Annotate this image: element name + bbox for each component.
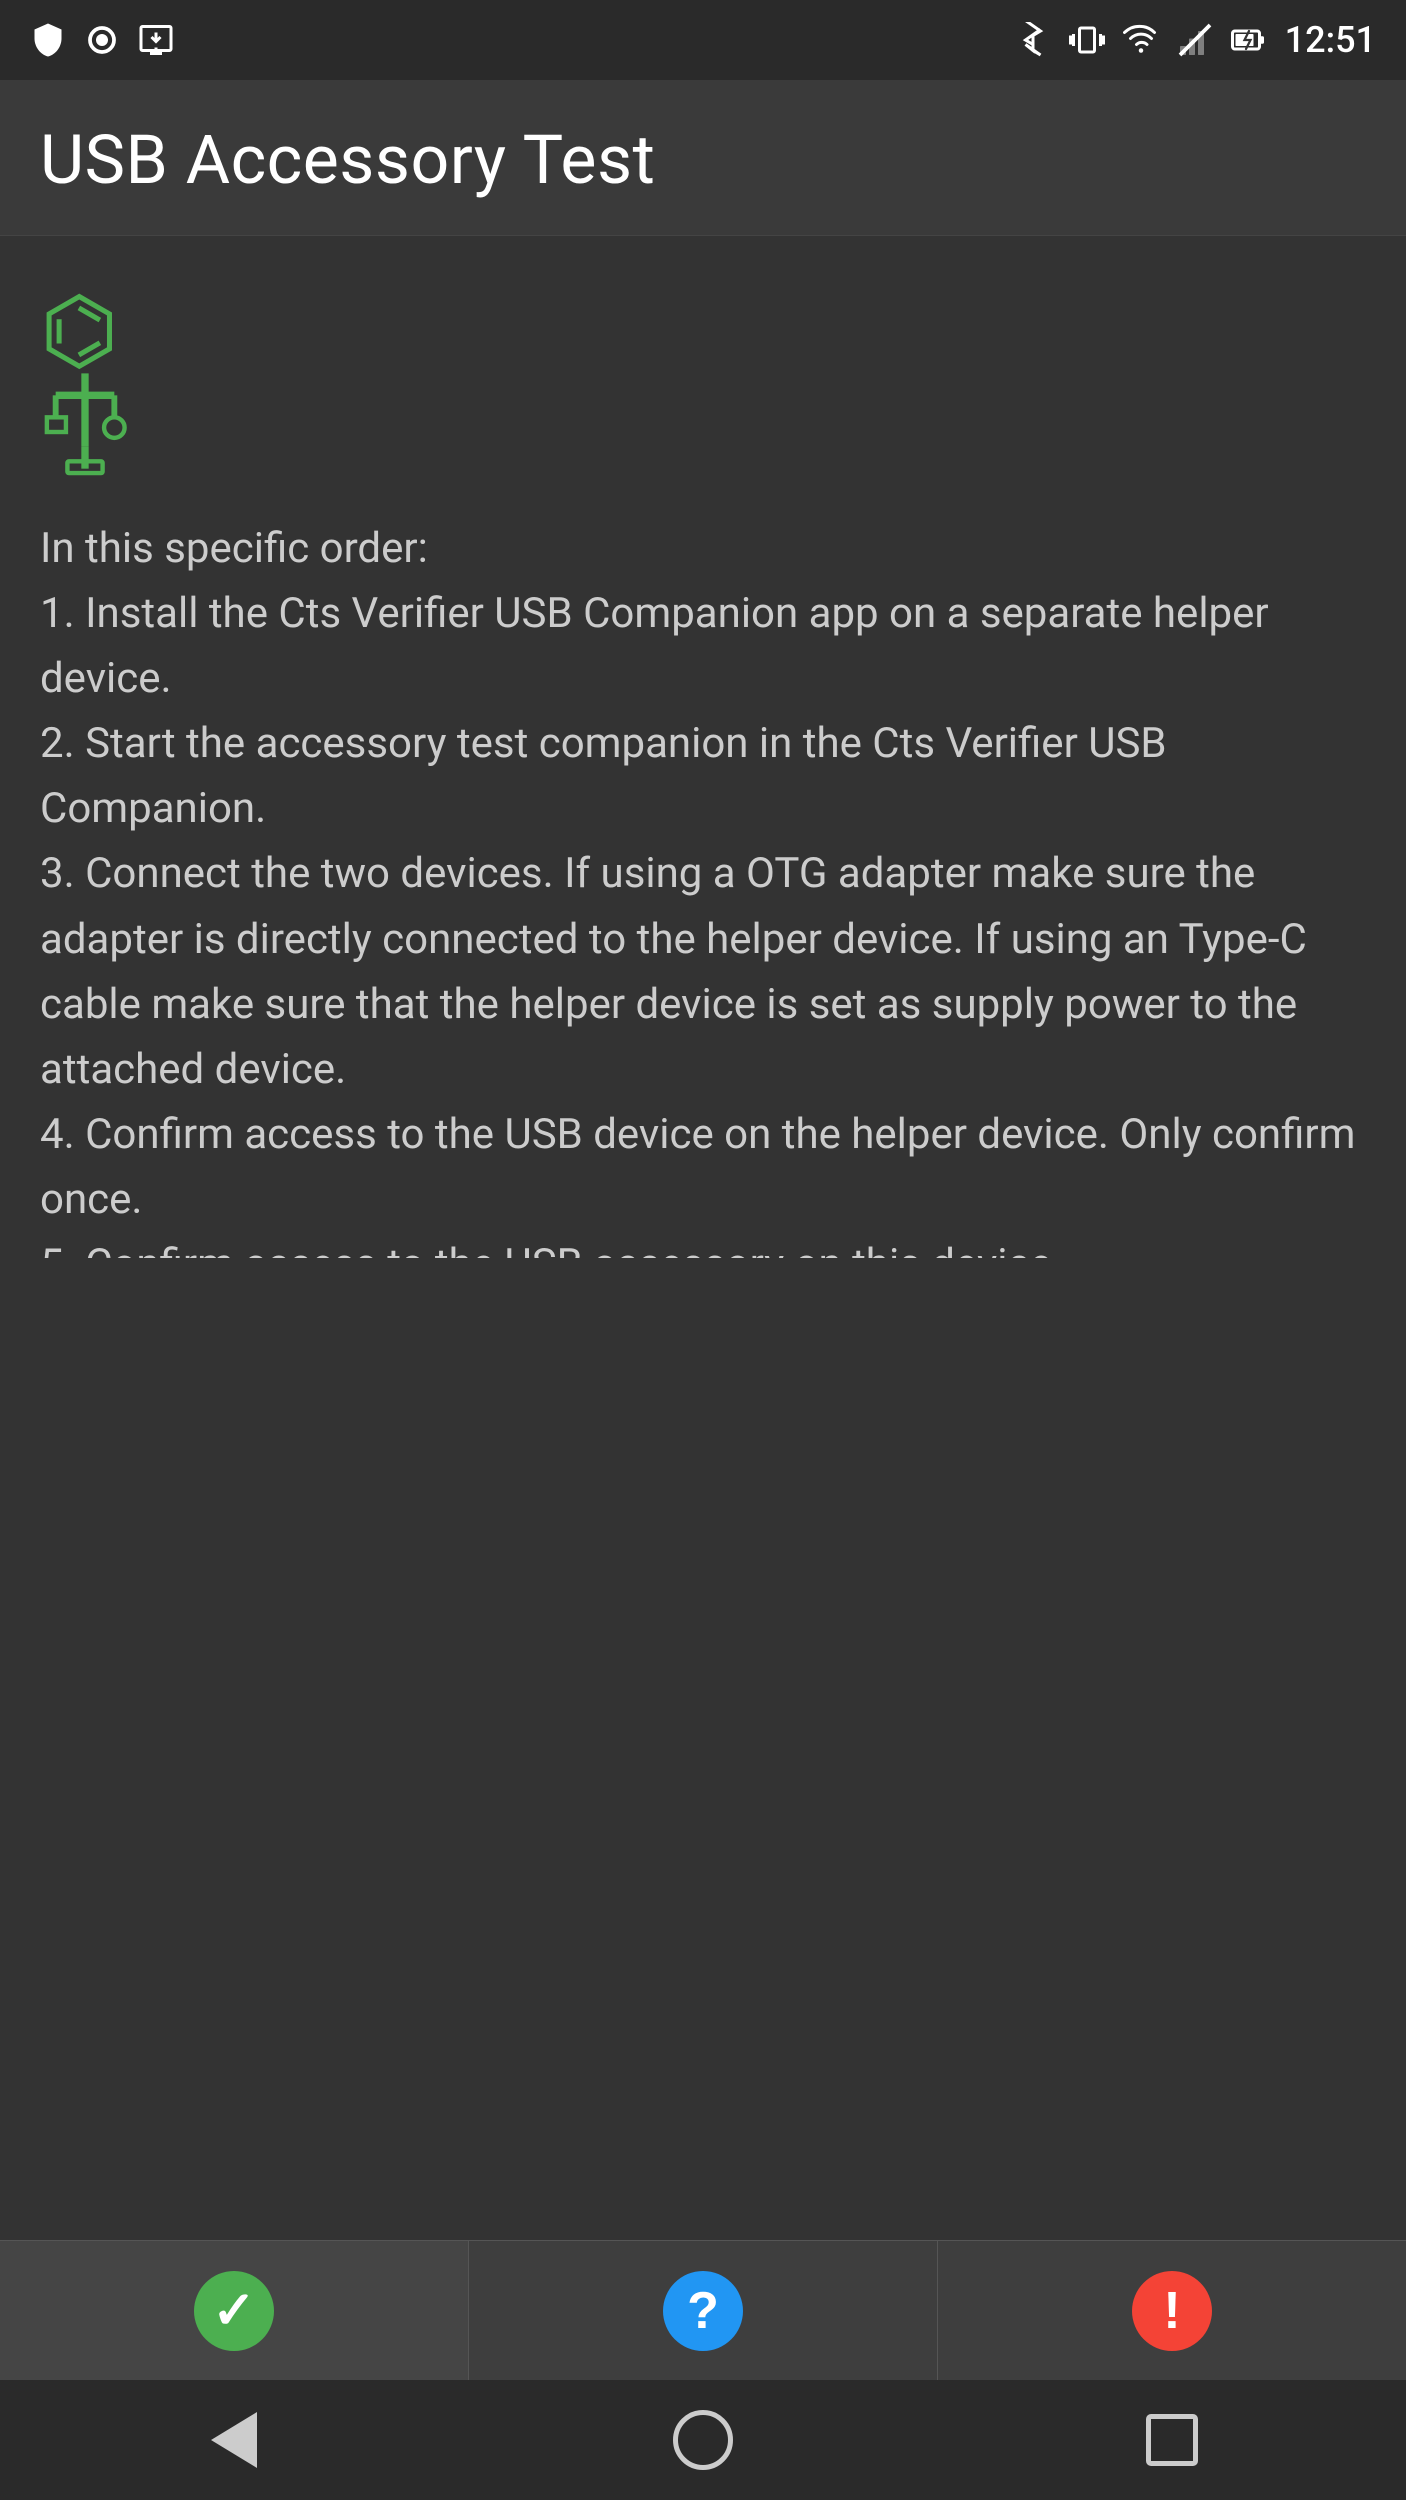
bottom-action-bar: ✓ ? ! (0, 2240, 1406, 2380)
wifi-icon (1123, 22, 1159, 58)
status-bar-left (30, 22, 174, 58)
step-5: 5. Confirm access to the USB accessory o… (40, 1240, 1063, 1258)
nav-recents-button[interactable] (1132, 2400, 1212, 2480)
fail-exclamation-icon: ! (1163, 2285, 1180, 2337)
recents-square-icon (1146, 2414, 1198, 2466)
content-spacer (0, 1258, 1406, 2240)
battery-icon (1231, 22, 1267, 58)
status-bar-right: 12:51 (1015, 19, 1376, 61)
vibrate-icon (1069, 22, 1105, 58)
step-4: 4. Confirm access to the USB device on t… (40, 1110, 1355, 1224)
info-question-icon: ? (687, 2285, 719, 2337)
step-3: 3. Connect the two devices. If using a O… (40, 849, 1307, 1093)
status-time: 12:51 (1285, 19, 1376, 61)
step-2: 2. Start the accessory test companion in… (40, 719, 1167, 833)
bluetooth-icon (1015, 22, 1051, 58)
fail-button[interactable]: ! (938, 2241, 1406, 2380)
pass-checkmark-icon: ✓ (212, 2285, 256, 2337)
home-circle-icon (673, 2410, 733, 2470)
download-screen-icon (138, 22, 174, 58)
nav-home-button[interactable] (663, 2400, 743, 2480)
status-bar: 12:51 (0, 0, 1406, 80)
fail-icon-circle: ! (1132, 2271, 1212, 2351)
app-header: USB Accessory Test (0, 80, 1406, 236)
usb-icon: ⌬ (40, 278, 119, 383)
page-title: USB Accessory Test (40, 120, 1366, 200)
back-triangle-icon (211, 2412, 257, 2468)
nav-back-button[interactable] (194, 2400, 274, 2480)
main-content: ⌬ In this specific order: 1. Install the… (0, 236, 1406, 1258)
record-icon (84, 22, 120, 58)
usb-icon-container: ⌬ (40, 286, 1366, 476)
info-icon-circle: ? (663, 2271, 743, 2351)
info-button[interactable]: ? (469, 2241, 938, 2380)
signal-off-icon (1177, 22, 1213, 58)
shield-icon (30, 22, 66, 58)
instructions-text: In this specific order: 1. Install the C… (40, 516, 1366, 1258)
nav-bar (0, 2380, 1406, 2500)
pass-button[interactable]: ✓ (0, 2241, 469, 2380)
step-1: 1. Install the Cts Verifier USB Companio… (40, 589, 1269, 703)
pass-icon-circle: ✓ (194, 2271, 274, 2351)
intro-text: In this specific order: (40, 524, 428, 573)
